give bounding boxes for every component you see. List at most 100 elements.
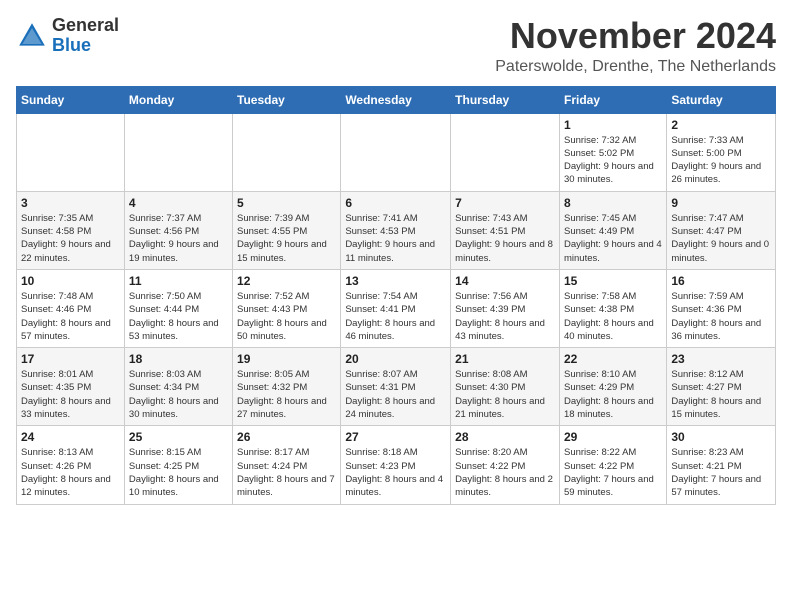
calendar-cell (124, 113, 232, 191)
day-detail: Sunrise: 8:08 AM Sunset: 4:30 PM Dayligh… (455, 368, 555, 421)
calendar-cell: 27 Sunrise: 8:18 AM Sunset: 4:23 PM Dayli… (341, 426, 451, 504)
calendar-table: SundayMondayTuesdayWednesdayThursdayFrid… (16, 86, 776, 505)
calendar-cell: 26Sunrise: 8:17 AM Sunset: 4:24 PM Dayli… (233, 426, 341, 504)
calendar-cell: 30 Sunrise: 8:23 AM Sunset: 4:21 PM Dayli… (667, 426, 776, 504)
calendar-cell: 25Sunrise: 8:15 AM Sunset: 4:25 PM Dayli… (124, 426, 232, 504)
calendar-cell: 12Sunrise: 7:52 AM Sunset: 4:43 PM Dayli… (233, 269, 341, 347)
calendar-cell: 16 Sunrise: 7:59 AM Sunset: 4:36 PM Dayli… (667, 269, 776, 347)
day-detail: Sunrise: 8:05 AM Sunset: 4:32 PM Dayligh… (237, 368, 336, 421)
location-title: Paterswolde, Drenthe, The Netherlands (495, 58, 776, 76)
day-detail: Sunrise: 7:59 AM Sunset: 4:36 PM Dayligh… (671, 290, 771, 343)
day-number: 21 (455, 352, 555, 366)
day-number: 26 (237, 430, 336, 444)
day-detail: Sunrise: 7:35 AM Sunset: 4:58 PM Dayligh… (21, 212, 120, 265)
calendar-cell: 3 Sunrise: 7:35 AM Sunset: 4:58 PM Daylig… (17, 191, 125, 269)
day-detail: Sunrise: 8:13 AM Sunset: 4:26 PM Dayligh… (21, 446, 120, 499)
day-number: 16 (671, 274, 771, 288)
calendar-cell: 22 Sunrise: 8:10 AM Sunset: 4:29 PM Dayli… (559, 348, 666, 426)
day-number: 17 (21, 352, 120, 366)
day-detail: Sunrise: 8:10 AM Sunset: 4:29 PM Dayligh… (564, 368, 662, 421)
calendar-cell: 14 Sunrise: 7:56 AM Sunset: 4:39 PM Dayli… (451, 269, 560, 347)
calendar-cell: 5 Sunrise: 7:39 AM Sunset: 4:55 PM Daylig… (233, 191, 341, 269)
weekday-header-cell: Friday (559, 86, 666, 113)
calendar-cell (451, 113, 560, 191)
calendar-week-row: 1Sunrise: 7:32 AM Sunset: 5:02 PM Daylig… (17, 113, 776, 191)
day-number: 23 (671, 352, 771, 366)
weekday-header-cell: Monday (124, 86, 232, 113)
calendar-cell: 28 Sunrise: 8:20 AM Sunset: 4:22 PM Dayli… (451, 426, 560, 504)
day-number: 29 (564, 430, 662, 444)
day-detail: Sunrise: 8:20 AM Sunset: 4:22 PM Dayligh… (455, 446, 555, 499)
day-detail: Sunrise: 7:56 AM Sunset: 4:39 PM Dayligh… (455, 290, 555, 343)
calendar-cell: 19 Sunrise: 8:05 AM Sunset: 4:32 PM Dayli… (233, 348, 341, 426)
day-number: 5 (237, 196, 336, 210)
calendar-cell: 8 Sunrise: 7:45 AM Sunset: 4:49 PM Daylig… (559, 191, 666, 269)
calendar-cell: 15 Sunrise: 7:58 AM Sunset: 4:38 PM Dayli… (559, 269, 666, 347)
day-number: 14 (455, 274, 555, 288)
page-header: General Blue November 2024 Paterswolde, … (16, 16, 776, 76)
day-detail: Sunrise: 8:01 AM Sunset: 4:35 PM Dayligh… (21, 368, 120, 421)
logo-blue-text: Blue (52, 35, 91, 55)
logo-general-text: General (52, 15, 119, 35)
day-detail: Sunrise: 7:47 AM Sunset: 4:47 PM Dayligh… (671, 212, 771, 265)
day-number: 9 (671, 196, 771, 210)
calendar-cell: 1Sunrise: 7:32 AM Sunset: 5:02 PM Daylig… (559, 113, 666, 191)
calendar-cell: 13Sunrise: 7:54 AM Sunset: 4:41 PM Dayli… (341, 269, 451, 347)
day-detail: Sunrise: 8:12 AM Sunset: 4:27 PM Dayligh… (671, 368, 771, 421)
calendar-cell: 11 Sunrise: 7:50 AM Sunset: 4:44 PM Dayli… (124, 269, 232, 347)
day-number: 27 (345, 430, 446, 444)
calendar-week-row: 10 Sunrise: 7:48 AM Sunset: 4:46 PM Dayli… (17, 269, 776, 347)
day-detail: Sunrise: 8:18 AM Sunset: 4:23 PM Dayligh… (345, 446, 446, 499)
day-number: 7 (455, 196, 555, 210)
calendar-cell: 7 Sunrise: 7:43 AM Sunset: 4:51 PM Daylig… (451, 191, 560, 269)
title-block: November 2024 Paterswolde, Drenthe, The … (495, 16, 776, 76)
day-detail: Sunrise: 7:33 AM Sunset: 5:00 PM Dayligh… (671, 134, 771, 187)
day-detail: Sunrise: 8:07 AM Sunset: 4:31 PM Dayligh… (345, 368, 446, 421)
day-number: 30 (671, 430, 771, 444)
calendar-cell (341, 113, 451, 191)
calendar-body: 1Sunrise: 7:32 AM Sunset: 5:02 PM Daylig… (17, 113, 776, 504)
day-detail: Sunrise: 8:23 AM Sunset: 4:21 PM Dayligh… (671, 446, 771, 499)
calendar-cell: 29 Sunrise: 8:22 AM Sunset: 4:22 PM Dayli… (559, 426, 666, 504)
day-detail: Sunrise: 7:58 AM Sunset: 4:38 PM Dayligh… (564, 290, 662, 343)
day-number: 10 (21, 274, 120, 288)
day-number: 28 (455, 430, 555, 444)
day-number: 22 (564, 352, 662, 366)
day-number: 6 (345, 196, 446, 210)
day-number: 11 (129, 274, 228, 288)
day-detail: Sunrise: 7:45 AM Sunset: 4:49 PM Dayligh… (564, 212, 662, 265)
day-detail: Sunrise: 8:03 AM Sunset: 4:34 PM Dayligh… (129, 368, 228, 421)
day-number: 18 (129, 352, 228, 366)
day-number: 20 (345, 352, 446, 366)
logo: General Blue (16, 16, 119, 56)
day-detail: Sunrise: 7:39 AM Sunset: 4:55 PM Dayligh… (237, 212, 336, 265)
day-number: 24 (21, 430, 120, 444)
weekday-header-row: SundayMondayTuesdayWednesdayThursdayFrid… (17, 86, 776, 113)
day-number: 2 (671, 118, 771, 132)
calendar-cell (17, 113, 125, 191)
day-number: 19 (237, 352, 336, 366)
day-detail: Sunrise: 7:37 AM Sunset: 4:56 PM Dayligh… (129, 212, 228, 265)
day-number: 8 (564, 196, 662, 210)
day-detail: Sunrise: 8:22 AM Sunset: 4:22 PM Dayligh… (564, 446, 662, 499)
day-number: 4 (129, 196, 228, 210)
weekday-header-cell: Thursday (451, 86, 560, 113)
calendar-week-row: 24 Sunrise: 8:13 AM Sunset: 4:26 PM Dayli… (17, 426, 776, 504)
calendar-cell: 24 Sunrise: 8:13 AM Sunset: 4:26 PM Dayli… (17, 426, 125, 504)
calendar-cell: 2 Sunrise: 7:33 AM Sunset: 5:00 PM Daylig… (667, 113, 776, 191)
weekday-header-cell: Sunday (17, 86, 125, 113)
day-number: 15 (564, 274, 662, 288)
day-detail: Sunrise: 7:50 AM Sunset: 4:44 PM Dayligh… (129, 290, 228, 343)
calendar-cell: 6Sunrise: 7:41 AM Sunset: 4:53 PM Daylig… (341, 191, 451, 269)
weekday-header-cell: Saturday (667, 86, 776, 113)
day-detail: Sunrise: 7:48 AM Sunset: 4:46 PM Dayligh… (21, 290, 120, 343)
calendar-cell: 21 Sunrise: 8:08 AM Sunset: 4:30 PM Dayli… (451, 348, 560, 426)
calendar-cell: 10 Sunrise: 7:48 AM Sunset: 4:46 PM Dayli… (17, 269, 125, 347)
calendar-cell: 23 Sunrise: 8:12 AM Sunset: 4:27 PM Dayli… (667, 348, 776, 426)
calendar-cell: 20 Sunrise: 8:07 AM Sunset: 4:31 PM Dayli… (341, 348, 451, 426)
day-detail: Sunrise: 7:52 AM Sunset: 4:43 PM Dayligh… (237, 290, 336, 343)
day-number: 25 (129, 430, 228, 444)
day-detail: Sunrise: 7:43 AM Sunset: 4:51 PM Dayligh… (455, 212, 555, 265)
calendar-week-row: 3 Sunrise: 7:35 AM Sunset: 4:58 PM Daylig… (17, 191, 776, 269)
day-number: 3 (21, 196, 120, 210)
